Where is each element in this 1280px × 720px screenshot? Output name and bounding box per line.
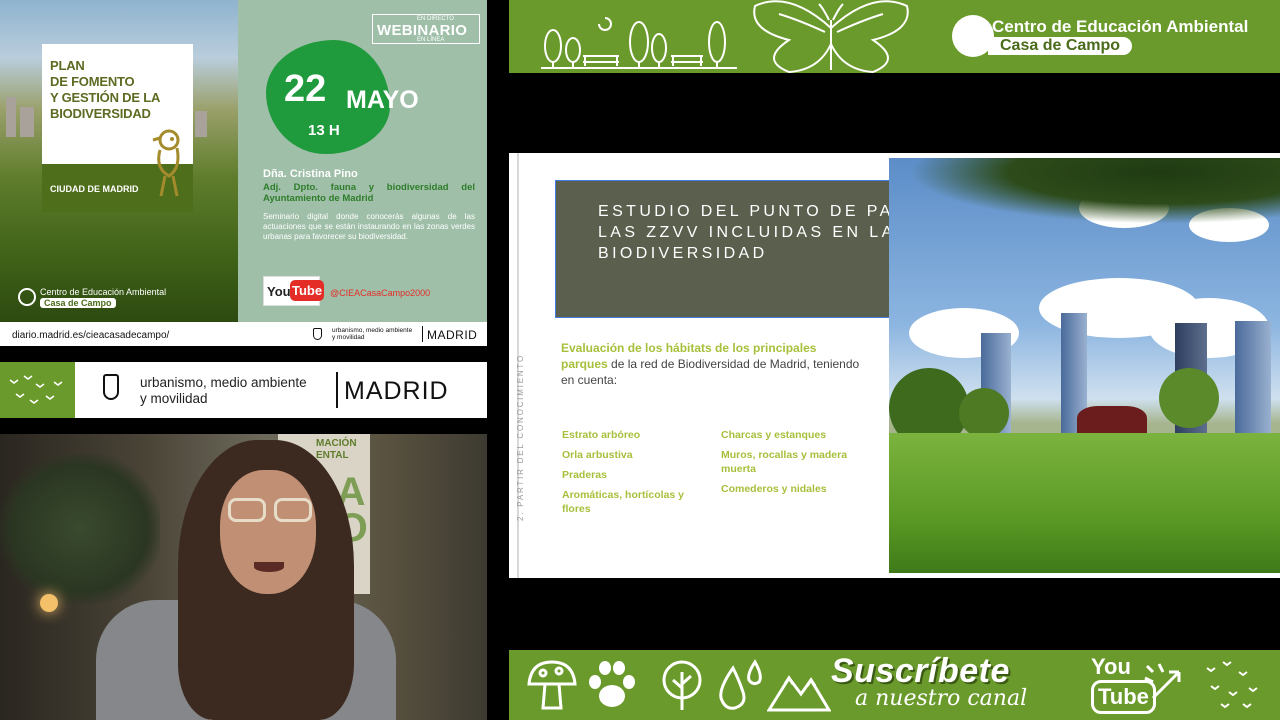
lamp — [40, 594, 58, 612]
list-item: Aromáticas, hortícolas y flores — [562, 489, 684, 515]
event-month: MAYO — [346, 86, 419, 114]
slide-intro: Evaluación de los hábitats de los princi… — [561, 341, 860, 387]
divider — [422, 326, 423, 342]
footer-city: MADRID — [427, 328, 478, 342]
mountains-icon — [767, 675, 831, 712]
birds-icon — [0, 362, 75, 418]
madrid-department-bar: urbanismo, medio ambiente y movilidad MA… — [0, 362, 487, 418]
city-name: MADRID — [344, 377, 449, 405]
birds-icon — [1206, 661, 1258, 709]
event-day: 22 — [284, 68, 327, 110]
subscribe-subheading: a nuestro canal — [855, 686, 1028, 711]
park-scene-icon — [541, 17, 737, 69]
madrid-crest-icon — [103, 374, 119, 400]
webinar-badge: EN DIRECTO WEBINARIO EN LÍNEA — [372, 14, 480, 44]
water-drops-icon — [719, 659, 762, 710]
list-item: Muros, rocallas y madera muerta — [721, 449, 848, 475]
butterfly-icon — [753, 0, 909, 73]
speaker-name: Dña. Cristina Pino — [263, 168, 358, 180]
cursor-click-icon — [1144, 663, 1181, 700]
ciea-logo: Centro de Educación Ambiental Casa de Ca… — [18, 286, 178, 308]
speaker-role: Adj. Dpto. fauna y biodiversidad del Ayu… — [263, 182, 475, 204]
plan-title: PLAN DE FOMENTO Y GESTIÓN DE LA BIODIVER… — [50, 58, 161, 121]
youtube-handle[interactable]: @CIEACasaCampo2000 — [330, 288, 430, 298]
bird-icon — [152, 129, 180, 197]
paw-print-icon — [589, 661, 635, 707]
madrid-crest-icon — [313, 328, 322, 340]
poster-footer: diario.madrid.es/cieacasadecampo/ urbani… — [0, 322, 487, 346]
list-item: Charcas y estanques — [721, 429, 827, 441]
department-name: urbanismo, medio ambiente y movilidad — [140, 375, 307, 406]
plan-card: PLAN DE FOMENTO Y GESTIÓN DE LA BIODIVER… — [42, 44, 193, 212]
list-item: Orla arbustiva — [562, 449, 633, 461]
seminar-description: Seminario digital donde conocerás alguna… — [263, 212, 475, 241]
youtube-logo[interactable]: You Tube — [263, 276, 325, 306]
speaker-mouth — [254, 562, 284, 572]
tree-icon — [662, 660, 702, 710]
site-url[interactable]: diario.madrid.es/cieacasadecampo/ — [12, 330, 169, 341]
mushroom-icon — [527, 660, 577, 710]
list-item: Comederos y nidales — [721, 483, 827, 495]
side-label: 2. PARTIR DEL CONOCIMIENTO — [516, 354, 525, 521]
grass-lawn — [889, 433, 1280, 573]
ciea-brand-logo: Centro de Educación Ambiental Casa de Ca… — [952, 15, 1264, 57]
habitat-list-left: Estrato arbóreo Orla arbustiva Praderas … — [562, 428, 712, 522]
event-hour: 13 H — [308, 122, 340, 139]
poster-info-panel: EN DIRECTO WEBINARIO EN LÍNEA 22 13 H MA… — [238, 0, 487, 322]
speaker-face — [220, 470, 316, 594]
glasses — [226, 498, 316, 526]
subscribe-banner: Suscríbete a nuestro canal You Tube — [509, 650, 1280, 720]
webinar-poster: PLAN DE FOMENTO Y GESTIÓN DE LA BIODIVER… — [0, 0, 487, 346]
park-towers-photo — [889, 158, 1280, 573]
habitat-list-right: Charcas y estanques Muros, rocallas y ma… — [721, 428, 871, 502]
footer-dept: urbanismo, medio ambiente y movilidad — [332, 327, 413, 341]
top-brand-banner: Centro de Educación Ambiental Casa de Ca… — [509, 0, 1280, 73]
list-item: Estrato arbóreo — [562, 429, 641, 441]
ciea-logo-icon — [18, 288, 36, 306]
divider — [336, 372, 338, 408]
presentation-slide: 2. PARTIR DEL CONOCIMIENTO ESTUDIO DEL P… — [509, 153, 1280, 578]
list-item: Praderas — [562, 469, 607, 481]
city-label: CIUDAD DE MADRID — [50, 184, 139, 194]
overhanging-leaves — [889, 158, 1280, 228]
background-tree — [0, 454, 160, 604]
